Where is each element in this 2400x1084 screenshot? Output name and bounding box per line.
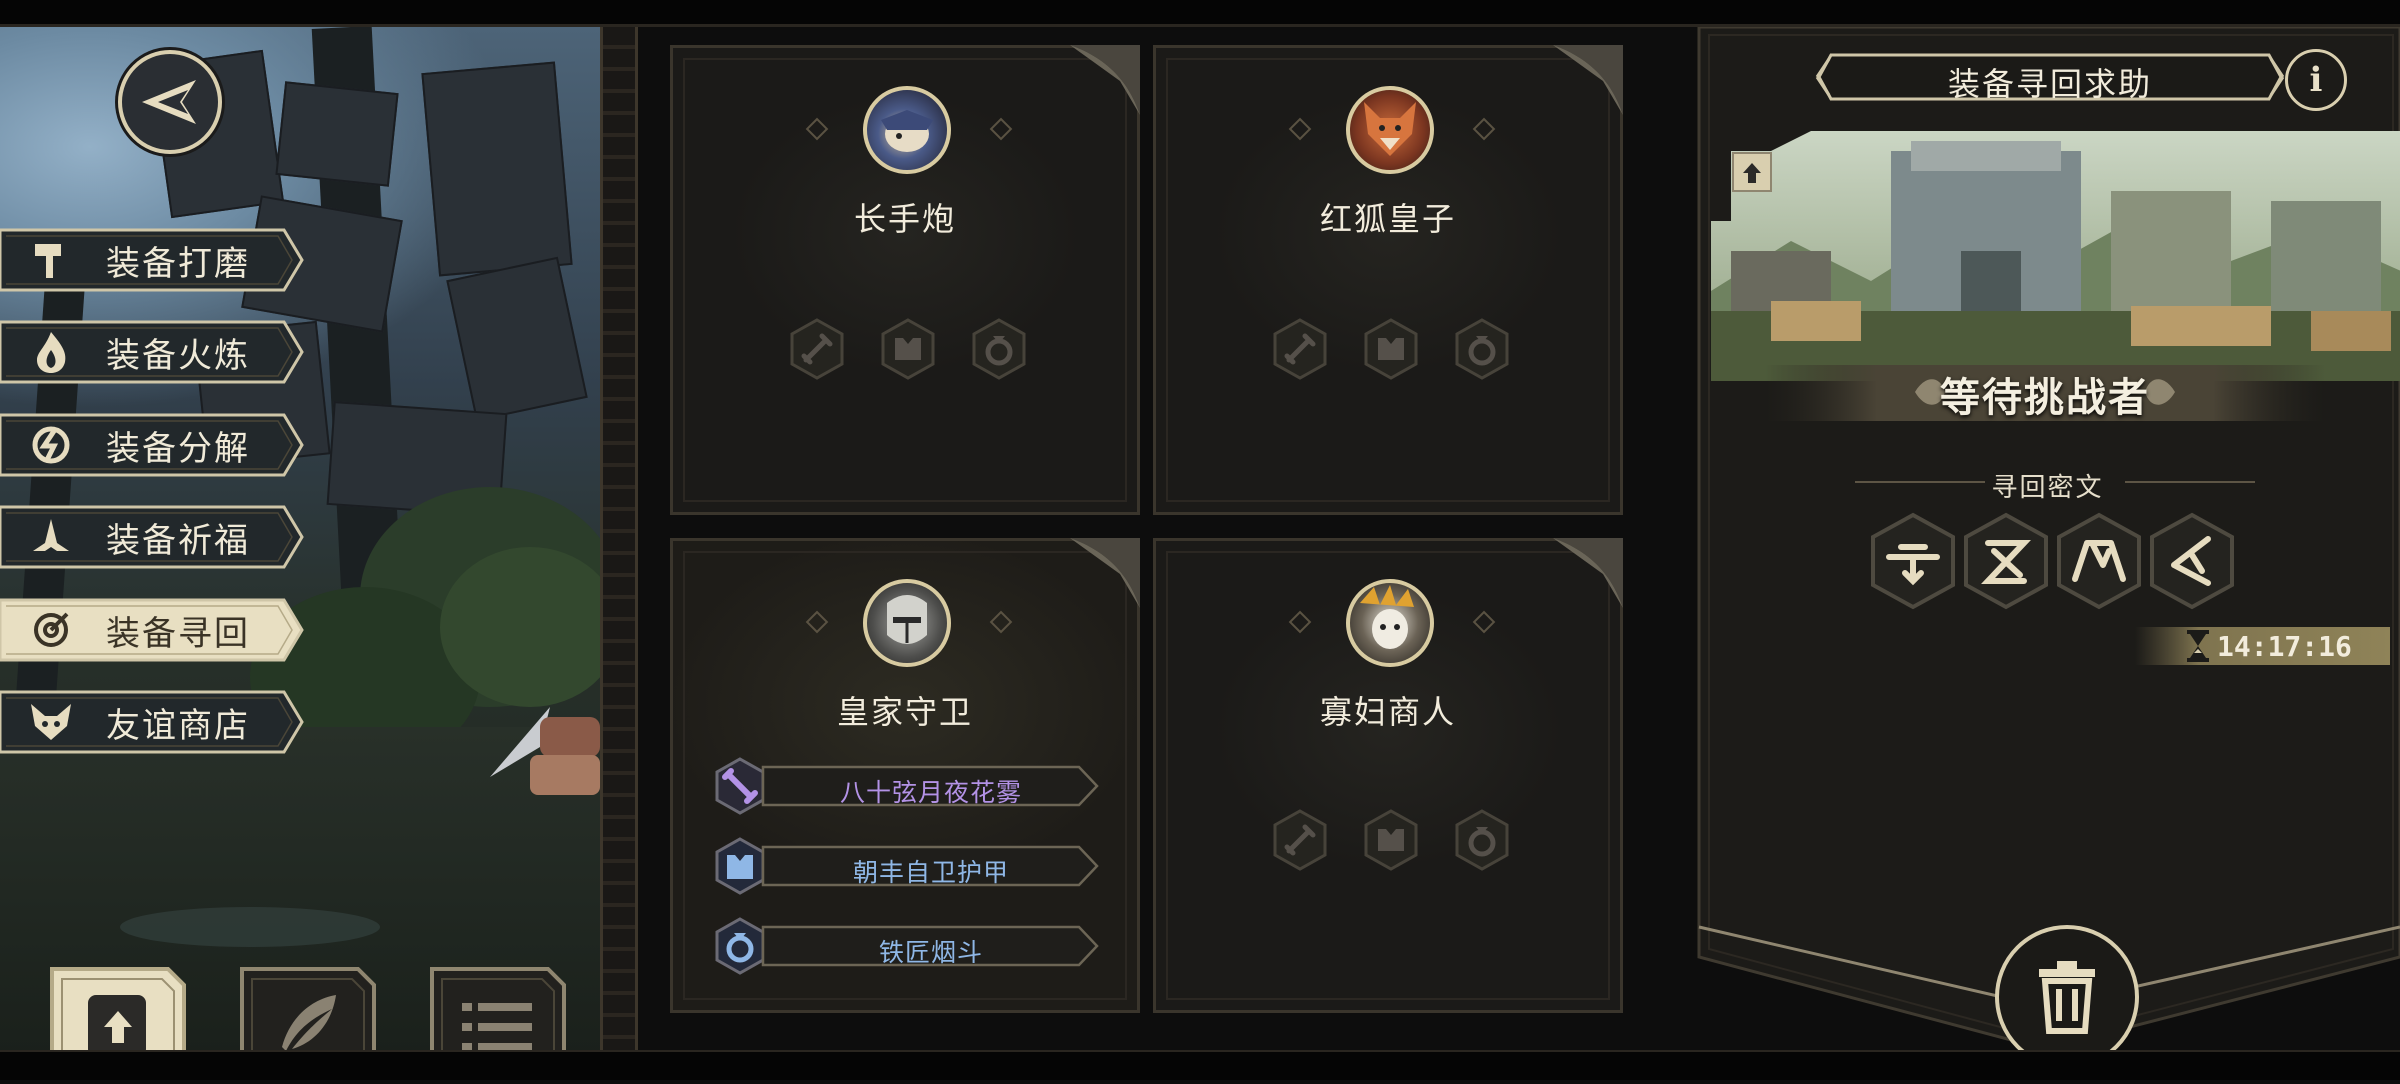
ornate-divider (600, 27, 638, 1052)
rune-4-icon[interactable] (2146, 511, 2238, 611)
ring-slot-icon[interactable] (1451, 318, 1513, 380)
fox-head-icon (22, 702, 80, 742)
ring-slot-icon[interactable] (968, 318, 1030, 380)
ornament (1472, 117, 1496, 141)
hero-avatar[interactable] (863, 579, 951, 667)
hero-name: 长手炮 (853, 200, 956, 238)
flame-icon (22, 330, 80, 374)
weapon-slot-icon[interactable] (1269, 809, 1331, 871)
royal-guard-portrait (887, 595, 927, 644)
ring-slot-icon[interactable] (1451, 809, 1513, 871)
bottom-frame (0, 1050, 2400, 1080)
equipment-name: 八十弦月夜花雾 (839, 778, 1022, 807)
ornament (805, 610, 829, 634)
back-button[interactable] (118, 50, 222, 154)
rune-3-icon[interactable] (2053, 511, 2145, 611)
hero-card-3[interactable]: 皇家守卫 八十弦月夜花雾 朝丰自卫护甲 铁匠烟斗 (670, 538, 1140, 1013)
menu-item-label: 友谊商店 (106, 705, 250, 746)
hero-name: 皇家守卫 (836, 693, 973, 731)
weapon-slot-icon[interactable] (1269, 318, 1331, 380)
upload-small-icon (1743, 163, 1761, 183)
discard-button[interactable] (1995, 925, 2139, 1069)
praying-hands-icon (22, 517, 80, 557)
hero-avatar[interactable] (1346, 86, 1434, 174)
hourglass-icon (2187, 630, 2209, 662)
menu-item-label: 装备祈福 (106, 520, 250, 561)
weapon-slot-icon[interactable] (786, 318, 848, 380)
panel-title: 装备寻回求助 (1947, 65, 2152, 103)
menu-item-label: 装备打磨 (106, 243, 250, 284)
status-text: 等待挑战者 (1940, 374, 2150, 421)
target-icon (22, 610, 80, 650)
countdown-timer: 14:17:16 (2135, 625, 2390, 667)
page-curl-corner (1070, 45, 1140, 115)
hero-card-4[interactable]: 寡妇商人 (1153, 538, 1623, 1013)
ornament (989, 117, 1013, 141)
widow-merchant-portrait (1360, 585, 1414, 649)
ornament (1288, 117, 1312, 141)
hero-avatar[interactable] (1346, 579, 1434, 667)
artillery-hero-portrait (881, 110, 933, 152)
page-curl-corner (1553, 45, 1623, 115)
menu-item-label: 装备寻回 (106, 613, 250, 654)
hero-card-2[interactable]: 红狐皇子 (1153, 45, 1623, 515)
equipment-row-weapon[interactable]: 八十弦月夜花雾 (711, 757, 1101, 815)
armor-slot-icon[interactable] (1360, 809, 1422, 871)
equipment-name: 朝丰自卫护甲 (852, 858, 1009, 887)
ornament (1472, 610, 1496, 634)
armor-slot-icon[interactable] (1360, 318, 1422, 380)
equipment-row-ring[interactable]: 铁匠烟斗 (711, 917, 1101, 975)
trash-icon (2039, 961, 2095, 1034)
rune-2-icon[interactable] (1960, 511, 2052, 611)
hero-avatar[interactable] (863, 86, 951, 174)
ornament (1288, 610, 1312, 634)
equipment-row-armor[interactable]: 朝丰自卫护甲 (711, 837, 1101, 895)
status-banner: 等待挑战者 (1765, 355, 2325, 429)
page-curl-corner (1553, 538, 1623, 608)
upload-icon (104, 1011, 132, 1043)
menu-item-label: 装备火炼 (106, 335, 250, 376)
list-icon (462, 1003, 532, 1051)
hero-name: 红狐皇子 (1319, 200, 1456, 238)
menu-item-polish[interactable]: 装备打磨 (0, 228, 304, 292)
timer-text: 14:17:16 (2217, 630, 2352, 663)
retrieve-scene-image (1711, 131, 2400, 381)
menu-item-label: 装备分解 (106, 428, 250, 469)
hero-name: 寡妇商人 (1319, 693, 1456, 731)
retrieve-help-panel: 装备寻回求助 i 等待挑战者 寻回密文 14:17:16 (1695, 27, 2400, 1069)
break-icon (22, 424, 80, 466)
armor-slot-icon[interactable] (877, 318, 939, 380)
page-curl-corner (1070, 538, 1140, 608)
ornament (989, 610, 1013, 634)
info-button[interactable]: i (2285, 49, 2347, 111)
equipment-name: 铁匠烟斗 (878, 938, 983, 967)
menu-item-dismantle[interactable]: 装备分解 (0, 413, 304, 477)
ornament (805, 117, 829, 141)
menu-item-fire-refine[interactable]: 装备火炼 (0, 320, 304, 384)
panel-title-banner: 装备寻回求助 (1815, 51, 2285, 103)
menu-item-friendship-shop[interactable]: 友谊商店 (0, 690, 304, 754)
red-fox-prince-portrait (1364, 102, 1416, 156)
menu-item-bless[interactable]: 装备祈福 (0, 505, 304, 569)
hero-card-1[interactable]: 长手炮 (670, 45, 1140, 515)
hammer-icon (22, 240, 80, 280)
menu-item-retrieve[interactable]: 装备寻回 (0, 598, 304, 662)
back-arrow-icon (142, 80, 196, 124)
top-frame (0, 0, 2400, 27)
rune-1-icon[interactable] (1867, 511, 1959, 611)
info-icon: i (2309, 60, 2323, 100)
cipher-label: 寻回密文 (1991, 473, 2104, 503)
